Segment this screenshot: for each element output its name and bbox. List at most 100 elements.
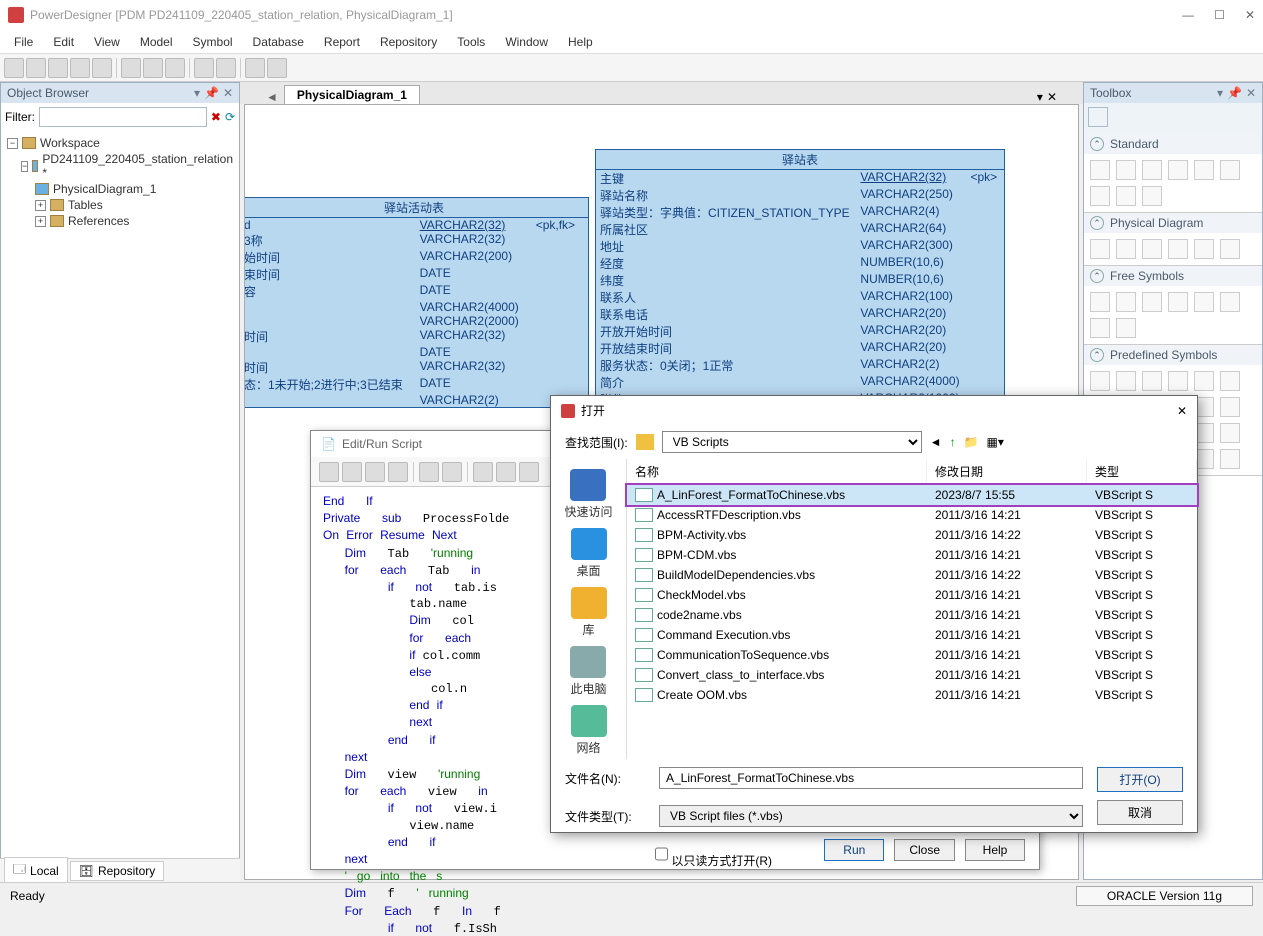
sw-copy[interactable] [496, 462, 516, 482]
file-icon[interactable] [1220, 239, 1240, 259]
file-row[interactable]: BPM-CDM.vbs2011/3/16 14:21VBScript S [627, 545, 1197, 565]
collapse-icon[interactable]: ⌃ [1090, 137, 1104, 151]
expander-icon[interactable]: − [21, 161, 28, 172]
maximize-button[interactable]: ☐ [1214, 8, 1225, 22]
up-icon[interactable]: ↑ [950, 435, 956, 449]
file-row[interactable]: BuildModelDependencies.vbs2011/3/16 14:2… [627, 565, 1197, 585]
menu-help[interactable]: Help [558, 33, 603, 51]
cut-icon[interactable] [1090, 186, 1110, 206]
shape-icon[interactable] [1142, 371, 1162, 391]
menu-model[interactable]: Model [130, 33, 183, 51]
collapse-icon[interactable]: ⌃ [1090, 348, 1104, 362]
tab-menu-icon[interactable]: ▾ [1037, 90, 1043, 104]
tb-new[interactable] [4, 58, 24, 78]
menu-symbol[interactable]: Symbol [183, 33, 243, 51]
filter-input[interactable] [39, 107, 207, 127]
sw-cut[interactable] [473, 462, 493, 482]
pointer-icon[interactable] [1090, 160, 1110, 180]
sw-new[interactable] [319, 462, 339, 482]
procedure-icon[interactable] [1168, 239, 1188, 259]
shape-icon[interactable] [1194, 371, 1214, 391]
close-button[interactable]: ✕ [1245, 8, 1255, 22]
toolbox-section-standard[interactable]: Standard [1110, 137, 1159, 151]
file-row[interactable]: AccessRTFDescription.vbs2011/3/16 14:21V… [627, 505, 1197, 525]
pin-icon[interactable]: 📌 [204, 86, 219, 100]
tab-repository[interactable]: 🗄Repository [70, 861, 165, 881]
newfolder-icon[interactable]: 📁 [964, 435, 979, 449]
sw-print[interactable] [419, 462, 439, 482]
rect-icon[interactable] [1090, 292, 1110, 312]
shape-icon[interactable] [1090, 371, 1110, 391]
file-row[interactable]: Create OOM.vbs2011/3/16 14:21VBScript S [627, 685, 1197, 705]
zoom-fit-icon[interactable] [1194, 160, 1214, 180]
place-libraries[interactable]: 库 [571, 587, 607, 638]
tab-close-icon[interactable]: ✕ [1047, 90, 1057, 104]
sw-find[interactable] [442, 462, 462, 482]
tab-prev-icon[interactable]: ◄ [260, 90, 284, 104]
entity-activity-table[interactable]: 驿站活动表 dVARCHAR2(32)<pk,fk>3称VARCHAR2(32)… [244, 197, 589, 408]
table-icon[interactable] [1090, 239, 1110, 259]
file-row[interactable]: A_LinForest_FormatToChinese.vbs2023/8/7 … [627, 485, 1197, 505]
file-row[interactable]: code2name.vbs2011/3/16 14:21VBScript S [627, 605, 1197, 625]
tb-undo[interactable] [194, 58, 214, 78]
refresh-icon[interactable]: ⟳ [225, 110, 235, 124]
menu-view[interactable]: View [84, 33, 130, 51]
dropdown-icon[interactable]: ▾ [1217, 86, 1223, 100]
collapse-icon[interactable]: ⌃ [1090, 216, 1104, 230]
tb-saveall[interactable] [70, 58, 90, 78]
paste-icon[interactable] [1142, 186, 1162, 206]
collapse-icon[interactable]: ⌃ [1090, 269, 1104, 283]
menu-tools[interactable]: Tools [447, 33, 495, 51]
view-icon[interactable] [1116, 239, 1136, 259]
menu-file[interactable]: File [4, 33, 43, 51]
shape-icon[interactable] [1220, 371, 1240, 391]
arc-icon[interactable] [1168, 292, 1188, 312]
tb-save[interactable] [48, 58, 68, 78]
polygon-icon[interactable] [1116, 318, 1136, 338]
view-mode-icon[interactable] [1088, 107, 1108, 127]
tree-tables[interactable]: Tables [68, 198, 103, 212]
roundrect-icon[interactable] [1220, 292, 1240, 312]
file-list[interactable]: 名称 修改日期 类型 A_LinForest_FormatToChinese.v… [626, 459, 1197, 759]
expander-icon[interactable]: + [35, 200, 46, 211]
file-row[interactable]: Convert_class_to_interface.vbs2011/3/16 … [627, 665, 1197, 685]
back-icon[interactable]: ◄ [930, 435, 942, 449]
tb-open[interactable] [26, 58, 46, 78]
menu-report[interactable]: Report [314, 33, 370, 51]
ellipse-icon[interactable] [1194, 292, 1214, 312]
readonly-checkbox[interactable] [655, 843, 668, 865]
col-type[interactable]: 类型 [1087, 459, 1197, 484]
tb-find[interactable] [245, 58, 265, 78]
viewmode-icon[interactable]: ▦▾ [987, 435, 1004, 449]
menu-repository[interactable]: Repository [370, 33, 447, 51]
close-panel-icon[interactable]: ✕ [223, 86, 233, 100]
sw-save[interactable] [365, 462, 385, 482]
place-network[interactable]: 网络 [571, 705, 607, 756]
filetype-select[interactable]: VB Script files (*.vbs) [659, 805, 1083, 827]
diagram-tab[interactable]: PhysicalDiagram_1 [284, 85, 420, 104]
menu-database[interactable]: Database [243, 33, 314, 51]
filename-input[interactable] [659, 767, 1083, 789]
minimize-button[interactable]: — [1182, 8, 1194, 22]
menu-edit[interactable]: Edit [43, 33, 84, 51]
toolbox-section-physical[interactable]: Physical Diagram [1110, 216, 1203, 230]
sw-paste[interactable] [519, 462, 539, 482]
text-icon[interactable] [1116, 292, 1136, 312]
shape-icon[interactable] [1220, 449, 1240, 469]
tree-model[interactable]: PD241109_220405_station_relation * [42, 152, 233, 180]
clear-filter-icon[interactable]: ✖ [211, 110, 221, 124]
pin-icon[interactable]: 📌 [1227, 86, 1242, 100]
tb-paste[interactable] [165, 58, 185, 78]
dialog-close-icon[interactable]: ✕ [1177, 404, 1187, 418]
tb-copy[interactable] [143, 58, 163, 78]
place-desktop[interactable]: 桌面 [571, 528, 607, 579]
zoom-out-icon[interactable] [1168, 160, 1188, 180]
copy-icon[interactable] [1116, 186, 1136, 206]
shape-icon[interactable] [1116, 371, 1136, 391]
tree-references[interactable]: References [68, 214, 129, 228]
close-panel-icon[interactable]: ✕ [1246, 86, 1256, 100]
expander-icon[interactable]: + [35, 216, 46, 227]
expander-icon[interactable]: − [7, 138, 18, 149]
open-button[interactable]: 打开(O) [1097, 767, 1183, 792]
col-name[interactable]: 名称 [627, 459, 927, 484]
